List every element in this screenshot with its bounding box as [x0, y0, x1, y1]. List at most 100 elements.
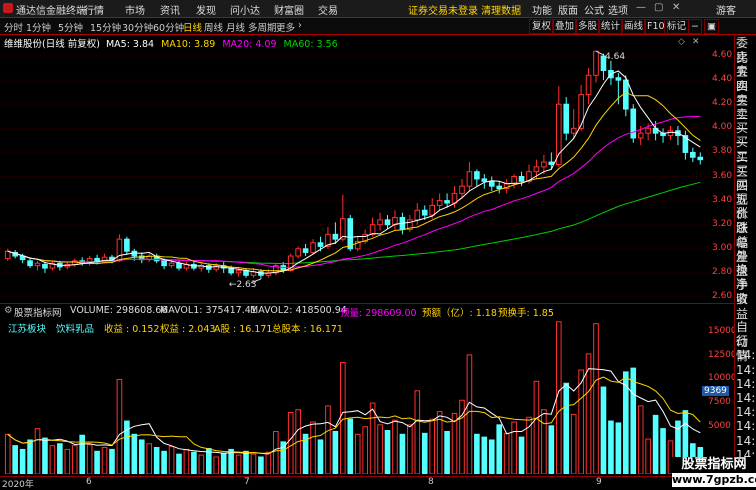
- volume-bar: [258, 456, 264, 474]
- volume-bar: [109, 448, 115, 474]
- menu-item-wealth[interactable]: 财富圈: [274, 2, 304, 17]
- candle-body: [436, 200, 443, 206]
- volume-bar: [340, 361, 346, 474]
- indicator-settings-icon[interactable]: ⚙: [4, 305, 13, 316]
- period-tab-monthly[interactable]: 月线: [226, 20, 245, 34]
- volume-bar: [161, 450, 167, 474]
- volume-bar: [71, 445, 78, 474]
- menu-item-options[interactable]: 选项: [608, 2, 628, 17]
- volume-bar: [168, 446, 175, 474]
- volume-bar: [243, 450, 249, 474]
- user-guest[interactable]: 游客: [716, 2, 736, 17]
- volume-tick-label: 7500: [708, 397, 731, 408]
- menu-item-trade[interactable]: 交易: [318, 2, 338, 17]
- volume-bar: [459, 399, 465, 474]
- volume-tick-label: 12500: [708, 349, 737, 360]
- period-tab-more[interactable]: 更多: [276, 20, 295, 34]
- candle-body: [27, 260, 33, 267]
- volume-bar: [451, 412, 458, 474]
- restore-icon[interactable]: ▢: [654, 2, 663, 13]
- draw-button[interactable]: 画线: [621, 19, 647, 34]
- candle-body: [317, 242, 324, 247]
- window-button[interactable]: ▣: [704, 19, 719, 34]
- volume-tick-label: 5000: [708, 420, 731, 431]
- login-status-link[interactable]: 证券交易未登录 清理数据: [408, 2, 521, 17]
- high-price-label: 4.64: [605, 52, 625, 62]
- candle-body: [176, 262, 182, 269]
- volume-bar: [600, 386, 607, 474]
- period-tab-15min[interactable]: 15分钟: [90, 20, 121, 34]
- candle-body: [541, 161, 547, 168]
- mark-button[interactable]: 标记: [664, 19, 690, 34]
- price-tick-label: 2.80: [712, 266, 733, 277]
- period-tab-60min[interactable]: 60分钟: [153, 20, 184, 34]
- volume-bar: [191, 451, 197, 474]
- period-tab-1min[interactable]: 1分钟: [26, 20, 51, 34]
- date-label-jul: 7: [244, 477, 250, 487]
- volume-bar: [354, 433, 361, 474]
- period-tab-5min[interactable]: 5分钟: [58, 20, 83, 34]
- volume-value: VOLUME: 298608.66: [70, 305, 168, 316]
- menu-item-market[interactable]: 市场: [125, 2, 145, 17]
- volume-bar: [94, 450, 100, 474]
- stats-button[interactable]: 统计: [598, 19, 624, 34]
- candle-body: [585, 74, 592, 96]
- volume-bar: [138, 439, 145, 474]
- volume-cursor-badge: 9369: [702, 386, 729, 396]
- menu-item-function[interactable]: 功能: [532, 2, 552, 17]
- menu-item-news[interactable]: 资讯: [160, 2, 180, 17]
- overlay-button[interactable]: 叠加: [552, 19, 578, 34]
- volume-bar: [235, 454, 242, 474]
- volume-bar: [310, 421, 316, 474]
- volume-bar: [325, 405, 331, 474]
- candlestick-chart[interactable]: 4.64 ←2.63: [0, 44, 710, 303]
- candle-body: [637, 132, 644, 139]
- period-tab-intraday[interactable]: 分时: [4, 20, 23, 34]
- volume-chart[interactable]: [0, 318, 710, 474]
- price-tick-label: 4.60: [712, 50, 733, 61]
- period-tab-daily[interactable]: 日线: [183, 20, 202, 34]
- candle-body: [168, 262, 175, 267]
- ma10-line: [7, 91, 701, 272]
- volume-bar: [637, 405, 644, 474]
- candle-body: [310, 242, 316, 253]
- adjust-button[interactable]: 复权: [529, 19, 555, 34]
- menu-bar: 通达信金融终端 行情 市场 资讯 发现 问小达 财富圈 交易 证券交易未登录 清…: [0, 0, 756, 18]
- volume-bar: [436, 411, 443, 474]
- candle-body: [667, 130, 674, 137]
- close-icon[interactable]: ✕: [672, 2, 680, 13]
- menu-item-quotes[interactable]: 行情: [84, 2, 104, 17]
- more-dropdown-icon[interactable]: ›: [298, 20, 302, 31]
- volume-bar: [4, 433, 11, 474]
- side-panel-item: 14:5: [736, 405, 756, 420]
- period-tab-weekly[interactable]: 周线: [204, 20, 223, 34]
- minus-button[interactable]: −: [688, 19, 702, 34]
- volume-bar: [652, 414, 659, 474]
- candle-body: [474, 171, 480, 180]
- period-tab-30min[interactable]: 30分钟: [122, 20, 153, 34]
- period-tab-multi[interactable]: 多周期: [248, 20, 277, 34]
- watermark-title: 股票指标网: [672, 457, 756, 473]
- menu-item-formula[interactable]: 公式: [584, 2, 604, 17]
- volume-bar: [608, 420, 614, 474]
- candle-body: [369, 224, 376, 235]
- volume-bar: [362, 426, 368, 474]
- volume-bar: [42, 437, 48, 474]
- minimize-icon[interactable]: —: [636, 2, 646, 13]
- menu-item-discover[interactable]: 发现: [196, 2, 216, 17]
- date-axis: 2020年 6 7 8 9: [0, 476, 734, 490]
- price-tick-label: 3.40: [712, 194, 733, 205]
- volume-bar: [377, 424, 383, 474]
- volume-bar: [630, 367, 637, 474]
- price-tick-label: 3.80: [712, 146, 733, 157]
- menu-item-layout[interactable]: 版面: [558, 2, 578, 17]
- volume-bar: [593, 323, 599, 474]
- price-tick-label: 4.40: [712, 74, 733, 85]
- menu-item-ask[interactable]: 问小达: [230, 2, 260, 17]
- multi-stock-button[interactable]: 多股: [575, 19, 601, 34]
- volume-bar: [273, 430, 279, 474]
- candle-body: [488, 180, 495, 187]
- candle-body: [414, 209, 421, 221]
- candle-body: [116, 238, 123, 262]
- date-label-jun: 6: [86, 477, 92, 487]
